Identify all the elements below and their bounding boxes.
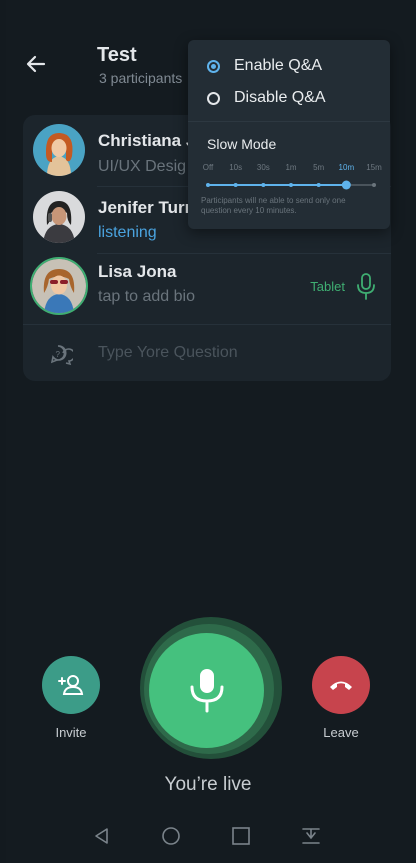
nav-back-icon[interactable]: [92, 826, 112, 846]
mic-button[interactable]: [149, 633, 264, 748]
slow-mode-title: Slow Mode: [207, 136, 277, 152]
divider: [188, 121, 390, 122]
slow-mode-tick-labels: Off 10s 30s 1m 5m 10m 15m: [188, 163, 390, 175]
arrow-left-icon[interactable]: [24, 52, 48, 76]
page-title: Test: [97, 44, 137, 66]
slow-mode-tick-label[interactable]: 15m: [366, 163, 382, 172]
slow-mode-slider[interactable]: [188, 180, 390, 190]
microphone-icon: [357, 273, 375, 300]
participant-name: Lisa Jona: [98, 262, 177, 281]
live-status: You’re live: [164, 774, 252, 795]
nav-notifications-icon[interactable]: [301, 826, 321, 846]
question-bubble-icon: ?: [50, 345, 73, 366]
system-nav-bar: [6, 818, 410, 858]
device-label: Tablet: [310, 279, 345, 294]
slider-tick-dot: [316, 183, 321, 187]
invite-label: Invite: [55, 725, 87, 740]
voice-chat-screen: Test 3 participants Christiana J UI/UX D…: [6, 0, 410, 863]
leave-button[interactable]: [312, 656, 370, 714]
add-user-icon: [58, 675, 84, 695]
nav-recents-icon[interactable]: [231, 826, 251, 846]
radio-unselected-icon: [207, 91, 220, 105]
slow-mode-tick-label[interactable]: 10s: [229, 163, 242, 172]
nav-home-icon[interactable]: [161, 826, 181, 846]
enable-qa-label: Enable Q&A: [234, 57, 323, 74]
participant-row[interactable]: Lisa Jona tap to add bio Tablet: [23, 254, 391, 322]
slow-mode-tick-label[interactable]: 10m: [339, 163, 355, 172]
slow-mode-tick-label[interactable]: 1m: [285, 163, 296, 172]
participant-bio[interactable]: tap to add bio: [98, 288, 195, 306]
slow-mode-tick-label[interactable]: 5m: [313, 163, 324, 172]
enable-qa-option[interactable]: Enable Q&A: [207, 55, 322, 77]
slow-mode-tick-label[interactable]: Off: [203, 163, 214, 172]
slider-tick-dot: [233, 183, 238, 187]
question-input[interactable]: Type Yore Question: [98, 344, 238, 362]
participant-status: listening: [98, 224, 157, 241]
svg-text:?: ?: [56, 350, 61, 359]
participant-count: 3 participants: [99, 70, 183, 86]
microphone-icon: [190, 668, 223, 712]
slow-mode-tick-label[interactable]: 30s: [257, 163, 270, 172]
avatar: [33, 124, 85, 176]
slider-tick-dot: [372, 183, 376, 187]
divider: [23, 324, 391, 325]
leave-label: Leave: [323, 725, 359, 740]
disable-qa-option[interactable]: Disable Q&A: [207, 87, 326, 109]
participant-name: Jenifer Turn: [98, 198, 195, 217]
radio-selected-icon: [207, 59, 220, 73]
participant-name: Christiana J: [98, 131, 196, 150]
slow-mode-note: Participants will ne able to send only o…: [201, 196, 346, 215]
avatar: [33, 191, 85, 243]
slider-tick-dot: [261, 183, 266, 187]
invite-button[interactable]: [42, 656, 100, 714]
qa-dropdown-menu: Enable Q&A Disable Q&A Slow Mode Off 10s 3…: [188, 40, 390, 229]
slider-tick-dot: [289, 183, 293, 187]
avatar: [30, 257, 88, 315]
hang-up-icon: [330, 681, 352, 690]
disable-qa-label: Disable Q&A: [234, 89, 326, 106]
slider-tick-dot: [206, 183, 210, 187]
participant-status: UI/UX Desig: [98, 158, 187, 175]
slider-thumb[interactable]: [341, 180, 351, 190]
